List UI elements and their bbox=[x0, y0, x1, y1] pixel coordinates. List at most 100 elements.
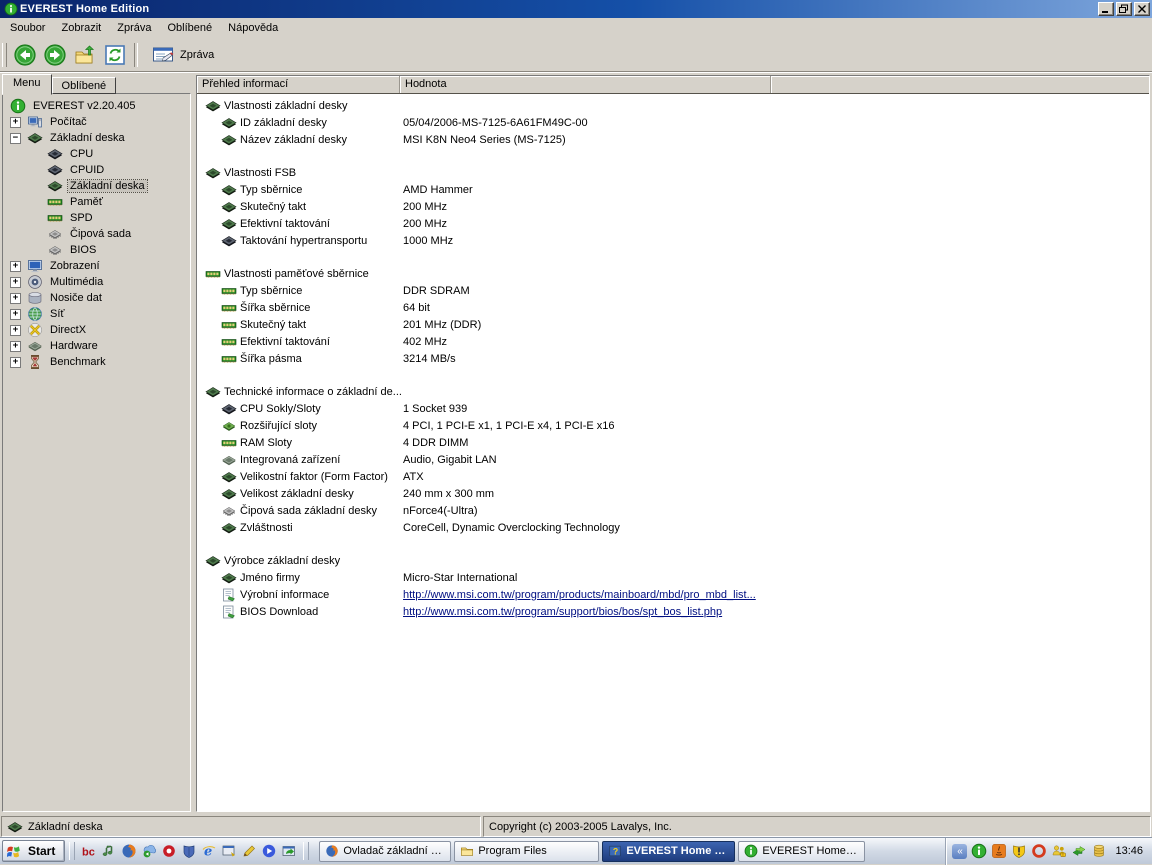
info-row[interactable]: Integrovaná zařízeníAudio, Gigabit LAN bbox=[197, 451, 1149, 468]
expand-icon[interactable]: + bbox=[10, 117, 21, 128]
info-row[interactable]: Název základní deskyMSI K8N Neo4 Series … bbox=[197, 131, 1149, 148]
tray-chevron-button[interactable]: « bbox=[952, 844, 967, 859]
info-row[interactable]: Výrobní informacehttp://www.msi.com.tw/p… bbox=[197, 586, 1149, 603]
menu-napoveda[interactable]: Nápověda bbox=[220, 19, 286, 37]
back-button[interactable] bbox=[11, 41, 38, 68]
taskbar-window-everest-home-editio[interactable]: ?EVEREST Home Editio... bbox=[602, 841, 735, 862]
tree-item[interactable]: +Síť bbox=[3, 306, 190, 322]
menu-oblibene[interactable]: Oblíbené bbox=[159, 19, 220, 37]
info-value-link[interactable]: http://www.msi.com.tw/program/support/bi… bbox=[403, 606, 722, 618]
pen-quicklaunch-button[interactable] bbox=[239, 841, 259, 861]
security-alert-tray-button[interactable] bbox=[1010, 843, 1027, 860]
taskbar-window-ovlada-z-kladn-desk[interactable]: Ovladač základní desk... bbox=[319, 841, 451, 862]
info-row[interactable]: Rozšiřující sloty4 PCI, 1 PCI-E x1, 1 PC… bbox=[197, 417, 1149, 434]
section-header-row[interactable]: Vlastnosti základní desky bbox=[197, 97, 1149, 114]
users-alert-tray-button[interactable]: ! bbox=[1050, 843, 1067, 860]
info-row[interactable]: RAM Sloty4 DDR DIMM bbox=[197, 434, 1149, 451]
info-row[interactable]: Čipová sada základní deskynForce4(-Ultra… bbox=[197, 502, 1149, 519]
minimize-button[interactable] bbox=[1098, 2, 1114, 16]
internet-explorer-quicklaunch-button[interactable]: e bbox=[199, 841, 219, 861]
menu-zobrazit[interactable]: Zobrazit bbox=[53, 19, 109, 37]
tree-item[interactable]: Paměť bbox=[3, 194, 190, 210]
collapse-icon[interactable]: − bbox=[10, 133, 21, 144]
expand-icon[interactable]: + bbox=[10, 325, 21, 336]
expand-icon[interactable]: + bbox=[10, 261, 21, 272]
tree-item[interactable]: −Základní deska bbox=[3, 130, 190, 146]
app-window-quicklaunch-button[interactable] bbox=[279, 841, 299, 861]
firefox-quicklaunch-button[interactable] bbox=[119, 841, 139, 861]
info-row[interactable]: CPU Sokly/Sloty1 Socket 939 bbox=[197, 400, 1149, 417]
expand-icon[interactable]: + bbox=[10, 341, 21, 352]
toolbar-grip[interactable] bbox=[2, 43, 7, 67]
info-row[interactable]: Velikost základní desky240 mm x 300 mm bbox=[197, 485, 1149, 502]
section-header-row[interactable]: Vlastnosti FSB bbox=[197, 164, 1149, 181]
tree-item[interactable]: +Nosiče dat bbox=[3, 290, 190, 306]
title-bar[interactable]: EVEREST Home Edition bbox=[0, 0, 1152, 18]
java-tray-button[interactable] bbox=[990, 843, 1007, 860]
taskbar-clock[interactable]: 13:46 bbox=[1115, 845, 1143, 857]
tree-item[interactable]: +DirectX bbox=[3, 322, 190, 338]
tree-item[interactable]: Základní deska bbox=[3, 178, 190, 194]
show-desktop-quicklaunch-button[interactable] bbox=[219, 841, 239, 861]
report-button[interactable]: Zpráva bbox=[144, 42, 222, 68]
taskband-grip[interactable] bbox=[303, 842, 309, 860]
info-row[interactable]: BIOS Downloadhttp://www.msi.com.tw/progr… bbox=[197, 603, 1149, 620]
tree-item[interactable]: CPUID bbox=[3, 162, 190, 178]
info-row[interactable]: Typ sběrniceDDR SDRAM bbox=[197, 282, 1149, 299]
tree-item[interactable]: +Zobrazení bbox=[3, 258, 190, 274]
taskbar-window-everest-home-edit[interactable]: EVEREST Home Edit... bbox=[738, 841, 865, 862]
tab-menu[interactable]: Menu bbox=[2, 74, 52, 95]
column-header-hodnota[interactable]: Hodnota bbox=[400, 76, 771, 93]
tree-item[interactable]: +Multimédia bbox=[3, 274, 190, 290]
media-player-quicklaunch-button[interactable] bbox=[259, 841, 279, 861]
menu-zprava[interactable]: Zpráva bbox=[109, 19, 159, 37]
forward-button[interactable] bbox=[41, 41, 68, 68]
close-button[interactable] bbox=[1134, 2, 1150, 16]
info-row[interactable]: Skutečný takt201 MHz (DDR) bbox=[197, 316, 1149, 333]
tree-item[interactable]: Čipová sada bbox=[3, 226, 190, 242]
tab-oblibene[interactable]: Oblíbené bbox=[52, 77, 117, 94]
up-button[interactable] bbox=[71, 41, 98, 68]
info-row[interactable]: Skutečný takt200 MHz bbox=[197, 198, 1149, 215]
tree-item[interactable]: BIOS bbox=[3, 242, 190, 258]
info-row[interactable]: Efektivní taktování200 MHz bbox=[197, 215, 1149, 232]
info-row[interactable]: Šířka pásma3214 MB/s bbox=[197, 350, 1149, 367]
expand-icon[interactable]: + bbox=[10, 293, 21, 304]
info-row[interactable]: Efektivní taktování402 MHz bbox=[197, 333, 1149, 350]
music-player-quicklaunch-button[interactable] bbox=[99, 841, 119, 861]
info-row[interactable]: Typ sběrniceAMD Hammer bbox=[197, 181, 1149, 198]
info-row[interactable]: Taktování hypertransportu1000 MHz bbox=[197, 232, 1149, 249]
download-manager-quicklaunch-button[interactable] bbox=[139, 841, 159, 861]
expand-icon[interactable]: + bbox=[10, 309, 21, 320]
column-header-prehled[interactable]: Přehled informací bbox=[197, 76, 400, 93]
section-header-row[interactable]: Výrobce základní desky bbox=[197, 552, 1149, 569]
tree-item[interactable]: +Benchmark bbox=[3, 354, 190, 370]
expand-icon[interactable]: + bbox=[10, 277, 21, 288]
miranda-quicklaunch-button[interactable] bbox=[159, 841, 179, 861]
taskbar-window-program-files[interactable]: Program Files bbox=[454, 841, 599, 862]
section-header-row[interactable]: Technické informace o základní de... bbox=[197, 383, 1149, 400]
info-value-link[interactable]: http://www.msi.com.tw/program/products/m… bbox=[403, 589, 756, 601]
tree-item[interactable]: CPU bbox=[3, 146, 190, 162]
refresh-button[interactable] bbox=[101, 41, 128, 68]
bsplayer-quicklaunch-button[interactable]: bc bbox=[79, 841, 99, 861]
restore-button[interactable] bbox=[1116, 2, 1132, 16]
opera-tray-button[interactable] bbox=[1030, 843, 1047, 860]
section-header-row[interactable]: Vlastnosti paměťové sběrnice bbox=[197, 265, 1149, 282]
quicklaunch-grip[interactable] bbox=[69, 842, 75, 860]
expand-icon[interactable]: + bbox=[10, 357, 21, 368]
tree-item[interactable]: EVEREST v2.20.405 bbox=[3, 98, 190, 114]
info-row[interactable]: Velikostní faktor (Form Factor)ATX bbox=[197, 468, 1149, 485]
shield-quicklaunch-button[interactable] bbox=[179, 841, 199, 861]
update-tray-button[interactable] bbox=[1070, 843, 1087, 860]
info-row[interactable]: ID základní desky05/04/2006-MS-7125-6A61… bbox=[197, 114, 1149, 131]
menu-soubor[interactable]: Soubor bbox=[2, 19, 53, 37]
start-button[interactable]: Start bbox=[2, 840, 65, 862]
tree-item[interactable]: SPD bbox=[3, 210, 190, 226]
database-tray-button[interactable] bbox=[1090, 843, 1107, 860]
tree-item[interactable]: +Hardware bbox=[3, 338, 190, 354]
info-row[interactable]: Šířka sběrnice64 bit bbox=[197, 299, 1149, 316]
info-row[interactable]: ZvláštnostiCoreCell, Dynamic Overclockin… bbox=[197, 519, 1149, 536]
tree-item[interactable]: +Počítač bbox=[3, 114, 190, 130]
everest-tray-button[interactable] bbox=[970, 843, 987, 860]
